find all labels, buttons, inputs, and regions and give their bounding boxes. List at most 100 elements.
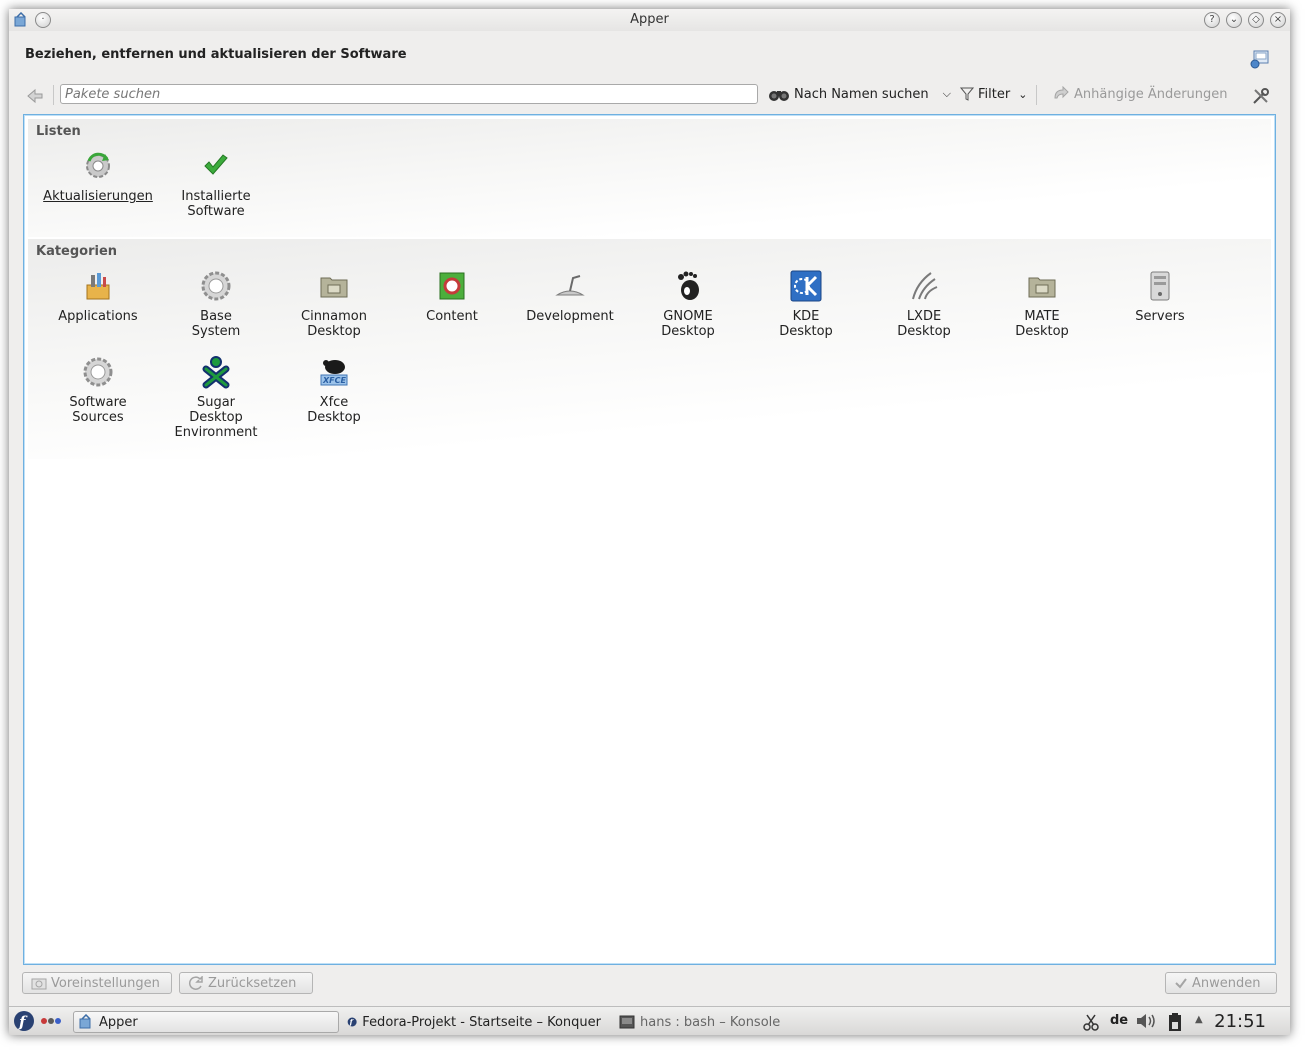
- title-bar[interactable]: · Apper ? ⌄ ◇ ×: [9, 9, 1290, 31]
- category-applications[interactable]: Applications: [39, 269, 157, 324]
- development-icon: [555, 275, 585, 296]
- categories-title: Kategorien: [36, 244, 118, 259]
- category-label: Xfce Desktop: [307, 395, 361, 425]
- category-label: Applications: [58, 309, 138, 324]
- battery-icon[interactable]: [1166, 1012, 1184, 1032]
- fedora-launcher-icon[interactable]: f: [13, 1010, 35, 1032]
- gear-icon: [201, 271, 231, 301]
- lxde-icon: [912, 272, 938, 300]
- lists-section: Listen Aktualisierungen Installierte Sof…: [28, 119, 1271, 237]
- categories-section: Kategorien Applications Base System Cinn…: [28, 239, 1271, 459]
- list-item-installed[interactable]: Installierte Software: [157, 149, 275, 219]
- filter-label: Filter: [978, 86, 1011, 102]
- category-label: KDE Desktop: [779, 309, 833, 339]
- category-sugar-desktop[interactable]: Sugar Desktop Environment: [157, 355, 275, 440]
- category-servers[interactable]: Servers: [1101, 269, 1219, 324]
- category-software-sources[interactable]: Software Sources: [39, 355, 157, 425]
- list-item-label: Installierte Software: [181, 189, 251, 219]
- minimize-button[interactable]: ⌄: [1226, 12, 1242, 28]
- maximize-button[interactable]: ◇: [1248, 12, 1264, 28]
- chevron-down-icon: ⌄: [1018, 87, 1028, 101]
- search-mode-button[interactable]: Nach Namen suchen ⌵: [768, 86, 951, 102]
- category-development[interactable]: Development: [511, 269, 629, 324]
- category-kde-desktop[interactable]: KDE Desktop: [747, 269, 865, 339]
- folder-icon: [320, 277, 348, 298]
- category-label: Servers: [1135, 309, 1185, 324]
- chevron-up-icon[interactable]: ▲: [1195, 1014, 1203, 1025]
- desktop: · Apper ? ⌄ ◇ × Beziehen, entfernen und …: [0, 0, 1316, 1061]
- task-label: Apper: [99, 1014, 138, 1030]
- category-cinnamon-desktop[interactable]: Cinnamon Desktop: [275, 269, 393, 339]
- search-mode-label: Nach Namen suchen: [794, 86, 929, 102]
- category-xfce-desktop[interactable]: XFCE Xfce Desktop: [275, 355, 393, 425]
- help-button[interactable]: ?: [1204, 12, 1220, 28]
- check-icon: [1175, 978, 1187, 989]
- activities-dots-icon[interactable]: [40, 1017, 62, 1025]
- search-input[interactable]: [60, 84, 758, 104]
- list-item-updates[interactable]: Aktualisierungen: [39, 149, 157, 204]
- defaults-label: Voreinstellungen: [51, 975, 160, 991]
- apper-window: · Apper ? ⌄ ◇ × Beziehen, entfernen und …: [9, 9, 1290, 1035]
- tools-icon[interactable]: [1251, 86, 1271, 106]
- category-label: LXDE Desktop: [897, 309, 951, 339]
- binoculars-icon: [769, 91, 789, 101]
- task-label: hans : bash – Konsole: [640, 1014, 781, 1030]
- category-mate-desktop[interactable]: MATE Desktop: [983, 269, 1101, 339]
- category-label: GNOME Desktop: [661, 309, 715, 339]
- settings-dialog-icon[interactable]: [1250, 49, 1270, 69]
- server-icon: [1150, 271, 1170, 301]
- category-base-system[interactable]: Base System: [157, 269, 275, 339]
- installed-check-icon: [204, 154, 228, 175]
- fedora-icon: f: [347, 1017, 357, 1027]
- list-item-label: Aktualisierungen: [43, 189, 153, 204]
- keyboard-layout[interactable]: de: [1110, 1013, 1128, 1028]
- task-konsole[interactable]: hans : bash – Konsole: [615, 1011, 815, 1033]
- category-label: Cinnamon Desktop: [301, 309, 367, 339]
- xfce-mouse-icon: XFCE: [320, 360, 348, 386]
- clock[interactable]: 21:51: [1214, 1011, 1266, 1032]
- apply-label: Anwenden: [1192, 975, 1261, 991]
- category-gnome-desktop[interactable]: GNOME Desktop: [629, 269, 747, 339]
- window-title: Apper: [630, 12, 669, 27]
- close-button[interactable]: ×: [1270, 12, 1286, 28]
- page-title: Beziehen, entfernen und aktualisieren de…: [25, 47, 407, 62]
- content-icon: [439, 272, 465, 300]
- filter-button[interactable]: Filter ⌄: [960, 86, 1027, 102]
- category-label: Sugar Desktop Environment: [174, 395, 258, 440]
- reset-label: Zurücksetzen: [208, 975, 297, 991]
- back-arrow-icon[interactable]: [25, 86, 45, 106]
- category-label: MATE Desktop: [1015, 309, 1069, 339]
- sugar-icon: [202, 356, 230, 389]
- reset-button[interactable]: Zurücksetzen: [179, 972, 313, 994]
- taskbar: f Apper f Fedora-Projekt - Startseite – …: [9, 1006, 1290, 1035]
- task-konqueror[interactable]: f Fedora-Projekt - Startseite – Konquer: [343, 1011, 605, 1033]
- folder-icon: [1028, 277, 1056, 298]
- terminal-icon: [619, 1015, 635, 1029]
- volume-icon[interactable]: [1135, 1012, 1157, 1030]
- category-label: Software Sources: [69, 395, 127, 425]
- gear-icon: [83, 357, 113, 387]
- reset-arrow-icon: [188, 976, 203, 990]
- main-content: Listen Aktualisierungen Installierte Sof…: [23, 114, 1276, 965]
- applications-icon: [86, 273, 110, 300]
- defaults-button[interactable]: Voreinstellungen: [22, 972, 172, 994]
- toolbar: Nach Namen suchen ⌵ Filter ⌄ Anhängige Ä…: [9, 83, 1290, 109]
- category-lxde-desktop[interactable]: LXDE Desktop: [865, 269, 983, 339]
- updates-icon: [86, 152, 110, 178]
- apply-button[interactable]: Anwenden: [1165, 972, 1277, 994]
- task-apper[interactable]: Apper: [73, 1011, 339, 1033]
- scissors-icon[interactable]: [1082, 1013, 1100, 1031]
- lists-title: Listen: [36, 124, 81, 139]
- category-label: Base System: [191, 309, 241, 339]
- redo-arrow-icon: [1054, 86, 1069, 99]
- chevron-down-icon: ⌵: [942, 87, 951, 100]
- pending-changes-label: Anhängige Änderungen: [1074, 86, 1228, 102]
- kde-logo-icon: [790, 270, 822, 302]
- funnel-icon: [960, 87, 974, 101]
- task-label: Fedora-Projekt - Startseite – Konquer: [362, 1014, 601, 1030]
- gnome-foot-icon: [678, 271, 699, 300]
- category-label: Development: [526, 309, 614, 324]
- category-content[interactable]: Content: [393, 269, 511, 324]
- pending-changes-button[interactable]: Anhängige Änderungen: [1052, 86, 1228, 102]
- apper-icon: [79, 1014, 91, 1029]
